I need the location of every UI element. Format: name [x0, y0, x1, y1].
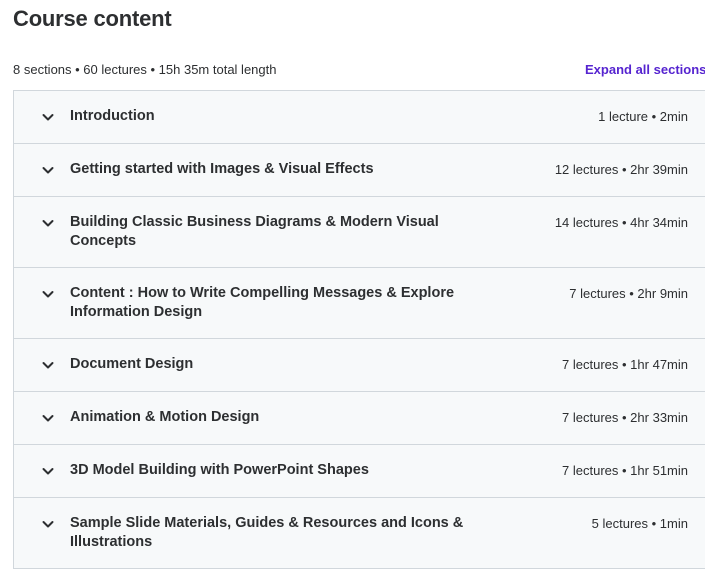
chevron-down-icon: [41, 216, 55, 230]
section-meta: 14 lectures • 4hr 34min: [554, 215, 688, 230]
section-3d-model-building[interactable]: 3D Model Building with PowerPoint Shapes…: [14, 445, 705, 498]
course-summary: 8 sections • 60 lectures • 15h 35m total…: [13, 62, 277, 77]
chevron-down-icon: [41, 287, 55, 301]
chevron-down-icon: [41, 110, 55, 124]
chevron-down-icon: [41, 163, 55, 177]
section-sample-slide-materials[interactable]: Sample Slide Materials, Guides & Resourc…: [14, 498, 705, 569]
section-document-design[interactable]: Document Design 7 lectures • 1hr 47min: [14, 339, 705, 392]
section-images-visual-effects[interactable]: Getting started with Images & Visual Eff…: [14, 144, 705, 197]
section-meta: 12 lectures • 2hr 39min: [554, 162, 688, 177]
section-introduction[interactable]: Introduction 1 lecture • 2min: [14, 91, 705, 144]
section-animation-motion-design[interactable]: Animation & Motion Design 7 lectures • 2…: [14, 392, 705, 445]
section-title: Sample Slide Materials, Guides & Resourc…: [70, 515, 464, 550]
chevron-down-icon: [41, 358, 55, 372]
section-title: Getting started with Images & Visual Eff…: [70, 161, 374, 177]
section-meta: 1 lecture • 2min: [598, 109, 688, 124]
section-meta: 7 lectures • 1hr 51min: [562, 463, 688, 478]
section-meta: 7 lectures • 2hr 33min: [562, 410, 688, 425]
section-meta: 7 lectures • 2hr 9min: [569, 286, 688, 301]
section-business-diagrams[interactable]: Building Classic Business Diagrams & Mod…: [14, 197, 705, 268]
section-title: Document Design: [70, 356, 194, 372]
chevron-down-icon: [41, 464, 55, 478]
section-title: Introduction: [70, 108, 155, 124]
expand-all-sections-button[interactable]: Expand all sections: [585, 61, 705, 79]
section-title: Content : How to Write Compelling Messag…: [70, 285, 455, 320]
section-meta: 7 lectures • 1hr 47min: [562, 357, 688, 372]
chevron-down-icon: [41, 411, 55, 425]
section-title: 3D Model Building with PowerPoint Shapes: [70, 462, 369, 478]
section-title: Animation & Motion Design: [70, 409, 260, 425]
sections-list: Introduction 1 lecture • 2min Getting st…: [13, 90, 705, 569]
section-content-information-design[interactable]: Content : How to Write Compelling Messag…: [14, 268, 705, 339]
section-title: Building Classic Business Diagrams & Mod…: [70, 214, 439, 249]
page-title: Course content: [13, 6, 172, 31]
section-meta: 5 lectures • 1min: [591, 516, 688, 531]
chevron-down-icon: [41, 517, 55, 531]
course-summary-row: 8 sections • 60 lectures • 15h 35m total…: [13, 61, 705, 79]
